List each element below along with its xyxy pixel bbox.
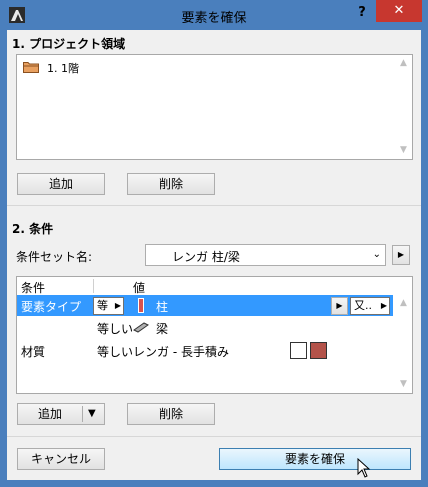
section-divider	[7, 205, 421, 206]
footer-divider	[7, 436, 421, 437]
cancel-button[interactable]: キャンセル	[17, 448, 105, 470]
project-add-button[interactable]: 追加	[17, 173, 105, 195]
play-arrow-icon: ▶	[336, 301, 343, 310]
table-row[interactable]: 等しい 梁	[17, 317, 393, 338]
help-button[interactable]: ?	[350, 3, 374, 23]
fill-color-swatch[interactable]	[310, 342, 327, 359]
row-condition: 材質	[21, 345, 46, 359]
criteria-table: 条件 値 要素タイプ 等 ▶ 柱 ▶ 又.. ▶ 等しい 梁 材質 等しい レン…	[16, 276, 413, 394]
criteria-delete-button[interactable]: 削除	[127, 403, 215, 425]
play-arrow-icon: ▶	[397, 250, 405, 259]
criteria-set-combo[interactable]: レンガ 柱/梁 ⌄	[145, 244, 386, 266]
beam-element-icon	[133, 322, 149, 336]
column-header-value: 値	[133, 281, 146, 295]
play-arrow-icon: ▶	[380, 301, 387, 310]
column-separator	[93, 279, 94, 293]
value-arrow-button[interactable]: ▶	[331, 297, 348, 315]
add-button-label: 追加	[38, 407, 63, 421]
criteria-scrollbar[interactable]: ▲ ▼	[395, 277, 412, 393]
row-value: レンガ - 長手積み	[133, 345, 229, 359]
criteria-section-heading: 2. 条件	[12, 222, 54, 236]
dropdown-triangle-icon[interactable]: ▼	[88, 404, 96, 424]
criteria-set-menu-button[interactable]: ▶	[392, 245, 410, 265]
scroll-down-arrow[interactable]: ▼	[395, 376, 412, 393]
project-list-scrollbar[interactable]: ▲ ▼	[395, 55, 412, 159]
pen-color-swatch[interactable]	[290, 342, 307, 359]
operator-label: 等	[97, 299, 108, 312]
confirm-button[interactable]: 要素を確保	[219, 448, 411, 470]
dialog-body: 1. プロジェクト領域 1. 1階 ▲ ▼ 追加 削除 2. 条件 条件セット名…	[7, 30, 421, 480]
list-item[interactable]: 1. 1階	[23, 59, 223, 75]
scroll-down-arrow[interactable]: ▼	[395, 142, 412, 159]
row-value: 柱	[156, 300, 169, 314]
folder-icon	[23, 60, 39, 76]
table-row[interactable]: 材質 等しい レンガ - 長手積み	[17, 340, 393, 361]
criteria-add-button[interactable]: 追加 ▼	[17, 403, 105, 425]
or-label: 又..	[354, 299, 372, 312]
row-operator: 等しい	[97, 322, 134, 336]
chevron-down-icon: ⌄	[372, 249, 381, 260]
close-button[interactable]: ✕	[376, 0, 422, 22]
or-button[interactable]: 又.. ▶	[350, 297, 390, 315]
project-delete-button[interactable]: 削除	[127, 173, 215, 195]
project-area-list[interactable]: 1. 1階 ▲ ▼	[16, 54, 413, 160]
criteria-set-value: レンガ 柱/梁	[172, 250, 240, 264]
row-condition: 要素タイプ	[21, 300, 82, 314]
split-divider	[82, 406, 83, 422]
row-operator: 等しい	[97, 345, 134, 359]
column-header-condition: 条件	[21, 281, 46, 295]
scroll-up-arrow[interactable]: ▲	[395, 55, 412, 72]
dialog-window: 要素を確保 ? ✕ 1. プロジェクト領域 1. 1階 ▲ ▼ 追加 削除 2.…	[0, 0, 428, 487]
project-section-heading: 1. プロジェクト領域	[12, 37, 126, 51]
title-bar: 要素を確保 ? ✕	[0, 0, 428, 30]
column-element-icon	[137, 298, 145, 316]
table-row[interactable]: 要素タイプ 等 ▶ 柱 ▶ 又.. ▶	[17, 295, 393, 316]
criteria-set-label: 条件セット名:	[16, 250, 93, 264]
mouse-cursor-icon	[357, 457, 371, 481]
scroll-up-arrow[interactable]: ▲	[395, 295, 412, 312]
list-item-label: 1. 1階	[47, 62, 79, 75]
operator-button[interactable]: 等 ▶	[93, 297, 124, 315]
row-value: 梁	[156, 322, 169, 336]
play-arrow-icon: ▶	[114, 301, 121, 310]
